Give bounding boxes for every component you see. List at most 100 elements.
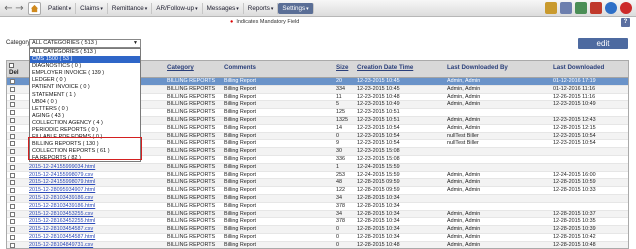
row-delete-checkbox[interactable] [10, 164, 15, 170]
category-option[interactable]: LEDGER ( 0 ) [30, 77, 140, 84]
category-option[interactable]: ALL CATEGORIES ( 513 ) [30, 49, 140, 56]
logout-icon[interactable] [620, 2, 632, 14]
table-row[interactable]: 2015-12-28103454587.csv BILLING REPORTS Bi… [7, 226, 628, 234]
table-row[interactable]: 2015-12-24155998079.csv BILLING REPORTS Bi… [7, 171, 628, 180]
category-option[interactable]: CMS 1500 ( 53 ) [30, 56, 140, 64]
category-option[interactable]: STATEMENT ( 1 ) [30, 92, 140, 99]
cell-size: 11 [336, 93, 342, 100]
table-row[interactable]: 2015-12-24155999034.html BILLING REPORTS B… [7, 163, 628, 172]
menu-ar-follow-up[interactable]: AR/Follow-up▾ [152, 3, 203, 14]
cell-file-name[interactable]: 2015-12-28103453255.csv [29, 211, 93, 219]
row-delete-checkbox[interactable] [10, 242, 15, 248]
menu-reports[interactable]: Reports▾ [244, 3, 279, 14]
cell-file-name[interactable]: 2015-12-24155998079.html [29, 179, 95, 187]
row-delete-checkbox[interactable] [10, 188, 15, 194]
select-all-checkbox[interactable] [9, 63, 14, 68]
menu-claims[interactable]: Claims▾ [76, 3, 108, 14]
row-delete-checkbox[interactable] [10, 110, 15, 116]
row-delete-checkbox[interactable] [10, 125, 15, 131]
row-delete-checkbox[interactable] [10, 156, 15, 162]
back-arrow-icon[interactable]: ← [3, 3, 14, 14]
cell-creation-date: 12-24-2015 15:59 [357, 171, 400, 178]
cell-file-name[interactable]: 2015-12-24155999034.html [29, 164, 95, 172]
header-last-downloaded[interactable]: Last Downloaded [553, 64, 604, 71]
table-row[interactable]: 2015-12-28163452255.html BILLING REPORTS B… [7, 218, 628, 227]
header-comments[interactable]: Comments [224, 64, 256, 71]
folder-icon[interactable] [545, 2, 557, 14]
menu-messages[interactable]: Messages▾ [203, 3, 244, 14]
row-delete-checkbox[interactable] [10, 94, 15, 100]
category-option[interactable]: AGING ( 43 ) [30, 113, 140, 120]
category-option[interactable]: DIAGNOSTICS ( 0 ) [30, 63, 140, 70]
cell-category: BILLING REPORTS [167, 85, 216, 92]
cell-category: BILLING REPORTS [167, 78, 216, 84]
row-delete-checkbox[interactable] [10, 141, 15, 147]
help-button[interactable]: ? [621, 18, 630, 27]
cell-file-name[interactable]: 2015-12-28103454587.html [29, 234, 95, 242]
cell-size: 1325 [336, 116, 348, 123]
cell-size: 253 [336, 171, 345, 178]
row-delete-checkbox[interactable] [10, 133, 15, 139]
mail-icon[interactable] [560, 2, 572, 14]
cell-file-name[interactable]: 2015-12-28103454587.csv [29, 226, 93, 234]
cell-last-downloaded-by: nullTest Biller [447, 140, 479, 147]
table-row[interactable]: 2015-12-28103439186.html BILLING REPORTS B… [7, 202, 628, 211]
header-creation-date[interactable]: Creation Date Time [357, 64, 413, 71]
category-option[interactable]: COLLECTION AGENCY ( 4 ) [30, 120, 140, 127]
cell-last-downloaded: 12-28-2015 10:48 [553, 241, 596, 248]
info-icon[interactable] [605, 2, 617, 14]
mandatory-note: ● Indicates Mandatory Field [230, 19, 299, 25]
cell-file-name[interactable]: 2015-12-28104849731.csv [29, 242, 93, 248]
menu-settings[interactable]: Settings▾ [278, 3, 314, 14]
table-row[interactable]: 2015-12-28104849731.csv BILLING REPORTS Bi… [7, 241, 628, 248]
list-icon[interactable] [575, 2, 587, 14]
row-delete-checkbox[interactable] [10, 227, 15, 233]
table-row[interactable]: 2015-12-28103454587.html BILLING REPORTS B… [7, 233, 628, 242]
home-icon[interactable] [28, 2, 41, 15]
cell-size: 1 [336, 163, 339, 170]
header-last-downloaded-by[interactable]: Last Downloaded By [447, 64, 508, 71]
cell-comments: Billing Report [224, 210, 257, 217]
header-size[interactable]: Size [336, 64, 348, 71]
chevron-down-icon: ▼ [133, 40, 138, 46]
row-delete-checkbox[interactable] [10, 219, 15, 225]
row-delete-checkbox[interactable] [10, 211, 15, 217]
row-delete-checkbox[interactable] [10, 180, 15, 186]
row-delete-checkbox[interactable] [10, 234, 15, 240]
row-delete-checkbox[interactable] [10, 117, 15, 123]
table-row[interactable]: 2015-12-28103439186.csv BILLING REPORTS Bi… [7, 194, 628, 203]
table-row[interactable]: 2015-12-28095934907.html BILLING REPORTS B… [7, 187, 628, 195]
cell-last-downloaded-by: Admin, Admin [447, 101, 481, 108]
patient-icon[interactable] [590, 2, 602, 14]
cell-creation-date: 12-28-2015 10:34 [357, 226, 400, 233]
cell-category: BILLING REPORTS [167, 101, 216, 108]
cell-file-name[interactable]: 2015-12-28095934907.html [29, 187, 95, 195]
category-option[interactable]: LETTERS ( 0 ) [30, 106, 140, 113]
table-row[interactable]: 2015-12-24155998079.html BILLING REPORTS B… [7, 179, 628, 188]
cell-file-name[interactable]: 2015-12-28103439186.html [29, 203, 95, 211]
category-option[interactable]: PERIODIC REPORTS ( 0 ) [30, 127, 140, 134]
required-dot-icon: ● [230, 19, 234, 25]
row-delete-checkbox[interactable] [10, 172, 15, 178]
category-option[interactable]: PATIENT INVOICE ( 0 ) [30, 84, 140, 91]
forward-arrow-icon[interactable]: → [14, 3, 25, 14]
menu-patient[interactable]: Patient▾ [44, 3, 77, 14]
row-delete-checkbox[interactable] [10, 203, 15, 209]
row-delete-checkbox[interactable] [10, 195, 15, 201]
edit-button[interactable]: edit [578, 38, 628, 49]
row-delete-checkbox[interactable] [10, 102, 15, 108]
cell-comments: Billing Report [224, 163, 257, 170]
category-option[interactable]: UB04 ( 0 ) [30, 99, 140, 106]
cell-file-name[interactable]: 2015-12-28163452255.html [29, 218, 95, 226]
cell-file-name[interactable]: 2015-12-24155998079.csv [29, 172, 93, 180]
menu-remittance[interactable]: Remittance▾ [108, 3, 153, 14]
row-delete-checkbox[interactable] [10, 79, 15, 84]
cell-file-name[interactable]: 2015-12-28103439186.csv [29, 195, 93, 203]
table-row[interactable]: 2015-12-28103453255.csv BILLING REPORTS Bi… [7, 210, 628, 219]
header-category[interactable]: Category [167, 64, 194, 71]
row-delete-checkbox[interactable] [10, 86, 15, 92]
category-select[interactable]: ALL CATEGORIES ( 513 ) ▼ [29, 39, 141, 48]
row-delete-checkbox[interactable] [10, 149, 15, 155]
cell-last-downloaded: 12-28-2015 10:39 [553, 226, 596, 233]
category-option[interactable]: EMPLOYER INVOICE ( 139 ) [30, 70, 140, 77]
